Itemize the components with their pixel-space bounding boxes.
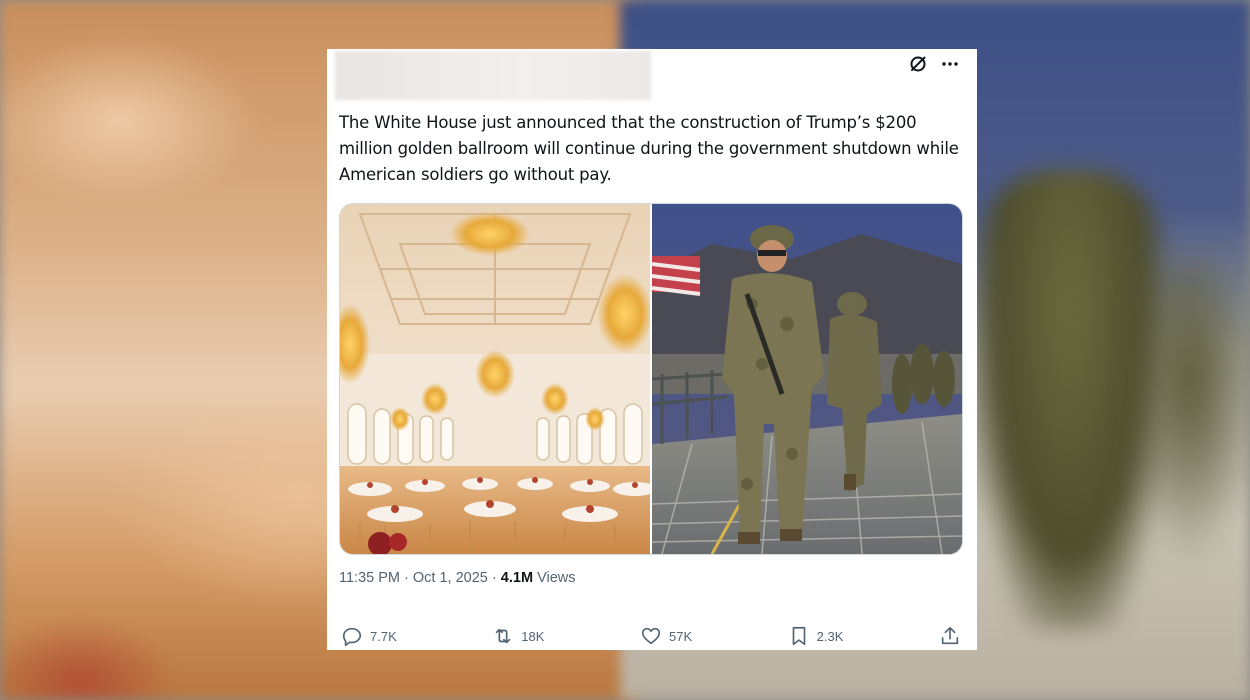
tweet-actions: 7.7K 18K 57K 2.3K: [341, 625, 961, 647]
redacted-author-header: [335, 51, 651, 100]
reply-count: 7.7K: [370, 628, 397, 644]
tweet-date[interactable]: Oct 1, 2025: [413, 570, 488, 586]
bookmark-count: 2.3K: [816, 628, 844, 644]
bookmark-icon: [788, 625, 810, 647]
reply-icon: [341, 625, 363, 647]
blurred-background-soldier-2: [1130, 260, 1250, 560]
meta-separator: ·: [491, 570, 497, 586]
tweet-meta: 11:35 PM · Oct 1, 2025 · 4.1M Views: [339, 570, 575, 586]
share-icon: [939, 625, 961, 647]
more-options-icon[interactable]: [939, 53, 961, 75]
tweet-card: The White House just announced that the …: [327, 49, 977, 650]
share-button[interactable]: [939, 625, 961, 647]
tweet-top-icons: [907, 53, 961, 75]
tweet-text: The White House just announced that the …: [339, 113, 959, 184]
meta-separator: ·: [404, 570, 409, 586]
bookmark-button[interactable]: 2.3K: [788, 625, 844, 647]
repost-icon: [492, 625, 514, 647]
heart-icon: [640, 625, 662, 647]
repost-button[interactable]: 18K: [492, 625, 544, 647]
grok-icon[interactable]: [907, 53, 929, 75]
views-label: Views: [537, 570, 576, 586]
like-button[interactable]: 57K: [640, 625, 692, 647]
views-count: 4.1M: [500, 570, 534, 586]
repost-count: 18K: [521, 628, 545, 644]
tweet-time[interactable]: 11:35 PM: [339, 570, 400, 586]
screenshot-stage: The White House just announced that the …: [0, 0, 1250, 700]
ballroom-image[interactable]: [340, 204, 650, 554]
tweet-media[interactable]: [339, 203, 963, 555]
soldiers-image[interactable]: [652, 204, 962, 554]
reply-button[interactable]: 7.7K: [341, 625, 397, 647]
like-count: 57K: [668, 628, 693, 644]
